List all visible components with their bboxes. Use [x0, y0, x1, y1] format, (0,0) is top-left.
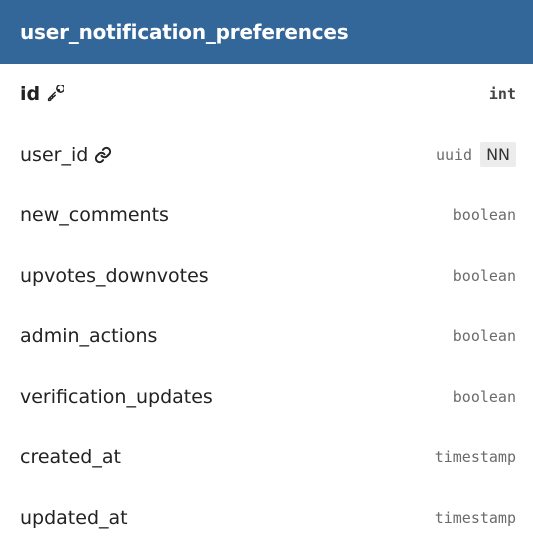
column-type: boolean [452, 387, 516, 406]
column-type: uuid [435, 145, 473, 164]
column-name: upvotes_downvotes [20, 264, 209, 287]
link-icon [94, 146, 112, 164]
column-row-user-id: user_id uuid NN [0, 125, 533, 186]
column-row-updated-at: updated_at timestamp [0, 488, 533, 548]
column-row-id: id int [0, 64, 533, 125]
column-name: id [20, 83, 41, 106]
column-type: boolean [452, 206, 516, 225]
column-name-wrap: user_id [20, 144, 112, 166]
key-icon [46, 85, 65, 103]
column-row-admin-actions: admin_actions boolean [0, 306, 533, 367]
column-type: boolean [452, 327, 516, 346]
column-name-wrap: id [20, 83, 65, 106]
column-type: int [488, 85, 516, 104]
column-type: timestamp [434, 508, 516, 527]
column-name: created_at [20, 446, 121, 469]
column-list: id int user_id uuid NN new_comments bool… [0, 64, 533, 548]
column-row-created-at: created_at timestamp [0, 427, 533, 488]
column-name: new_comments [20, 204, 169, 227]
column-type: boolean [452, 266, 516, 285]
entity-table: user_notification_preferences id int use… [0, 0, 533, 548]
column-name: updated_at [20, 506, 128, 529]
column-type-wrap: int [489, 85, 516, 103]
column-type-wrap: uuid NN [435, 142, 516, 168]
column-row-verification-updates: verification_updates boolean [0, 367, 533, 428]
not-null-badge: NN [480, 142, 516, 168]
column-row-new-comments: new_comments boolean [0, 185, 533, 246]
column-name: verification_updates [20, 385, 213, 408]
column-type: timestamp [434, 448, 516, 467]
column-name: user_id [20, 143, 89, 166]
column-name: admin_actions [20, 325, 158, 348]
table-header: user_notification_preferences [0, 0, 533, 64]
table-title: user_notification_preferences [20, 20, 349, 44]
column-row-upvotes-downvotes: upvotes_downvotes boolean [0, 246, 533, 307]
